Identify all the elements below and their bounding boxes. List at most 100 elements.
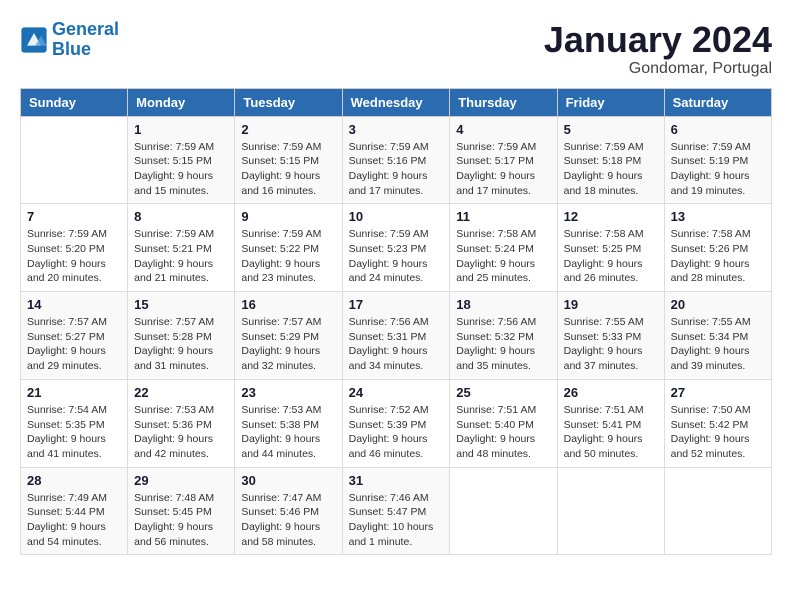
calendar-cell: 3 Sunrise: 7:59 AMSunset: 5:16 PMDaylight… — [342, 116, 450, 204]
day-info: Sunrise: 7:58 AMSunset: 5:25 PMDaylight:… — [564, 227, 658, 286]
calendar-cell: 21 Sunrise: 7:54 AMSunset: 5:35 PMDayligh… — [21, 379, 128, 467]
calendar-cell — [450, 467, 557, 555]
weekday-header-thursday: Thursday — [450, 88, 557, 116]
day-number: 14 — [27, 297, 121, 312]
day-number: 2 — [241, 122, 335, 137]
calendar-cell: 15Sunrise: 7:57 AMSunset: 5:28 PMDayligh… — [128, 292, 235, 380]
calendar-week-row: 14 Sunrise: 7:57 AMSunset: 5:27 PMDayligh… — [21, 292, 772, 380]
logo-line1: General — [52, 19, 119, 39]
day-number: 8 — [134, 209, 228, 224]
calendar-cell: 22Sunrise: 7:53 AMSunset: 5:36 PMDayligh… — [128, 379, 235, 467]
day-info: Sunrise: 7:56 AMSunset: 5:31 PMDaylight:… — [349, 315, 444, 374]
day-number: 19 — [564, 297, 658, 312]
weekday-header-monday: Monday — [128, 88, 235, 116]
calendar-cell: 8 Sunrise: 7:59 AMSunset: 5:21 PMDaylight… — [128, 204, 235, 292]
calendar-table: SundayMondayTuesdayWednesdayThursdayFrid… — [20, 88, 772, 556]
day-number: 12 — [564, 209, 658, 224]
calendar-cell: 28Sunrise: 7:49 AMSunset: 5:44 PMDayligh… — [21, 467, 128, 555]
calendar-cell: 31 Sunrise: 7:46 AMSunset: 5:47 PMDayligh… — [342, 467, 450, 555]
calendar-cell: 16 Sunrise: 7:57 AMSunset: 5:29 PMDayligh… — [235, 292, 342, 380]
day-number: 22 — [134, 385, 228, 400]
day-number: 21 — [27, 385, 121, 400]
weekday-header-friday: Friday — [557, 88, 664, 116]
day-number: 18 — [456, 297, 550, 312]
day-info: Sunrise: 7:57 AMSunset: 5:29 PMDaylight:… — [241, 315, 335, 374]
day-number: 7 — [27, 209, 121, 224]
calendar-cell: 6 Sunrise: 7:59 AMSunset: 5:19 PMDaylight… — [664, 116, 771, 204]
page-header: General Blue January 2024 Gondomar, Port… — [20, 20, 772, 78]
calendar-cell: 20 Sunrise: 7:55 AMSunset: 5:34 PMDayligh… — [664, 292, 771, 380]
day-number: 31 — [349, 473, 444, 488]
day-number: 16 — [241, 297, 335, 312]
day-info: Sunrise: 7:59 AMSunset: 5:23 PMDaylight:… — [349, 227, 444, 286]
calendar-cell: 7 Sunrise: 7:59 AMSunset: 5:20 PMDaylight… — [21, 204, 128, 292]
weekday-header-tuesday: Tuesday — [235, 88, 342, 116]
calendar-cell: 9Sunrise: 7:59 AMSunset: 5:22 PMDaylight… — [235, 204, 342, 292]
logo-line2: Blue — [52, 39, 91, 59]
day-number: 24 — [349, 385, 444, 400]
day-info: Sunrise: 7:55 AMSunset: 5:33 PMDaylight:… — [564, 315, 658, 374]
day-info: Sunrise: 7:59 AMSunset: 5:20 PMDaylight:… — [27, 227, 121, 286]
day-info: Sunrise: 7:59 AMSunset: 5:15 PMDaylight:… — [134, 140, 228, 199]
weekday-header-row: SundayMondayTuesdayWednesdayThursdayFrid… — [21, 88, 772, 116]
day-info: Sunrise: 7:59 AMSunset: 5:15 PMDaylight:… — [241, 140, 335, 199]
calendar-cell — [664, 467, 771, 555]
day-number: 28 — [27, 473, 121, 488]
day-number: 20 — [671, 297, 765, 312]
logo-text: General Blue — [52, 20, 119, 60]
day-info: Sunrise: 7:59 AMSunset: 5:18 PMDaylight:… — [564, 140, 658, 199]
calendar-cell: 13 Sunrise: 7:58 AMSunset: 5:26 PMDayligh… — [664, 204, 771, 292]
calendar-cell: 26Sunrise: 7:51 AMSunset: 5:41 PMDayligh… — [557, 379, 664, 467]
weekday-header-wednesday: Wednesday — [342, 88, 450, 116]
day-info: Sunrise: 7:48 AMSunset: 5:45 PMDaylight:… — [134, 491, 228, 550]
day-number: 9 — [241, 209, 335, 224]
day-number: 25 — [456, 385, 550, 400]
day-number: 6 — [671, 122, 765, 137]
calendar-cell: 10Sunrise: 7:59 AMSunset: 5:23 PMDayligh… — [342, 204, 450, 292]
calendar-cell: 11Sunrise: 7:58 AMSunset: 5:24 PMDayligh… — [450, 204, 557, 292]
day-info: Sunrise: 7:55 AMSunset: 5:34 PMDaylight:… — [671, 315, 765, 374]
calendar-cell: 4 Sunrise: 7:59 AMSunset: 5:17 PMDaylight… — [450, 116, 557, 204]
day-number: 23 — [241, 385, 335, 400]
calendar-cell — [21, 116, 128, 204]
day-info: Sunrise: 7:58 AMSunset: 5:24 PMDaylight:… — [456, 227, 550, 286]
logo-name: General Blue — [52, 20, 119, 60]
weekday-header-sunday: Sunday — [21, 88, 128, 116]
day-number: 5 — [564, 122, 658, 137]
day-info: Sunrise: 7:57 AMSunset: 5:27 PMDaylight:… — [27, 315, 121, 374]
day-info: Sunrise: 7:53 AMSunset: 5:38 PMDaylight:… — [241, 403, 335, 462]
day-info: Sunrise: 7:59 AMSunset: 5:17 PMDaylight:… — [456, 140, 550, 199]
calendar-subtitle: Gondomar, Portugal — [544, 60, 772, 78]
day-info: Sunrise: 7:50 AMSunset: 5:42 PMDaylight:… — [671, 403, 765, 462]
day-number: 30 — [241, 473, 335, 488]
calendar-cell: 5 Sunrise: 7:59 AMSunset: 5:18 PMDaylight… — [557, 116, 664, 204]
calendar-cell: 27 Sunrise: 7:50 AMSunset: 5:42 PMDayligh… — [664, 379, 771, 467]
day-info: Sunrise: 7:46 AMSunset: 5:47 PMDaylight:… — [349, 491, 444, 550]
calendar-cell: 29 Sunrise: 7:48 AMSunset: 5:45 PMDayligh… — [128, 467, 235, 555]
calendar-cell: 14 Sunrise: 7:57 AMSunset: 5:27 PMDayligh… — [21, 292, 128, 380]
day-number: 27 — [671, 385, 765, 400]
calendar-week-row: 7 Sunrise: 7:59 AMSunset: 5:20 PMDaylight… — [21, 204, 772, 292]
calendar-cell — [557, 467, 664, 555]
day-number: 13 — [671, 209, 765, 224]
calendar-week-row: 21 Sunrise: 7:54 AMSunset: 5:35 PMDayligh… — [21, 379, 772, 467]
day-number: 29 — [134, 473, 228, 488]
day-info: Sunrise: 7:59 AMSunset: 5:19 PMDaylight:… — [671, 140, 765, 199]
day-info: Sunrise: 7:52 AMSunset: 5:39 PMDaylight:… — [349, 403, 444, 462]
calendar-cell: 18 Sunrise: 7:56 AMSunset: 5:32 PMDayligh… — [450, 292, 557, 380]
logo-icon — [20, 26, 48, 54]
calendar-title: January 2024 — [544, 20, 772, 60]
weekday-header-saturday: Saturday — [664, 88, 771, 116]
calendar-cell: 23 Sunrise: 7:53 AMSunset: 5:38 PMDayligh… — [235, 379, 342, 467]
day-info: Sunrise: 7:59 AMSunset: 5:16 PMDaylight:… — [349, 140, 444, 199]
day-info: Sunrise: 7:51 AMSunset: 5:41 PMDaylight:… — [564, 403, 658, 462]
day-info: Sunrise: 7:59 AMSunset: 5:21 PMDaylight:… — [134, 227, 228, 286]
day-number: 3 — [349, 122, 444, 137]
day-info: Sunrise: 7:51 AMSunset: 5:40 PMDaylight:… — [456, 403, 550, 462]
day-info: Sunrise: 7:47 AMSunset: 5:46 PMDaylight:… — [241, 491, 335, 550]
day-info: Sunrise: 7:56 AMSunset: 5:32 PMDaylight:… — [456, 315, 550, 374]
day-info: Sunrise: 7:58 AMSunset: 5:26 PMDaylight:… — [671, 227, 765, 286]
day-number: 4 — [456, 122, 550, 137]
day-number: 15 — [134, 297, 228, 312]
day-info: Sunrise: 7:54 AMSunset: 5:35 PMDaylight:… — [27, 403, 121, 462]
